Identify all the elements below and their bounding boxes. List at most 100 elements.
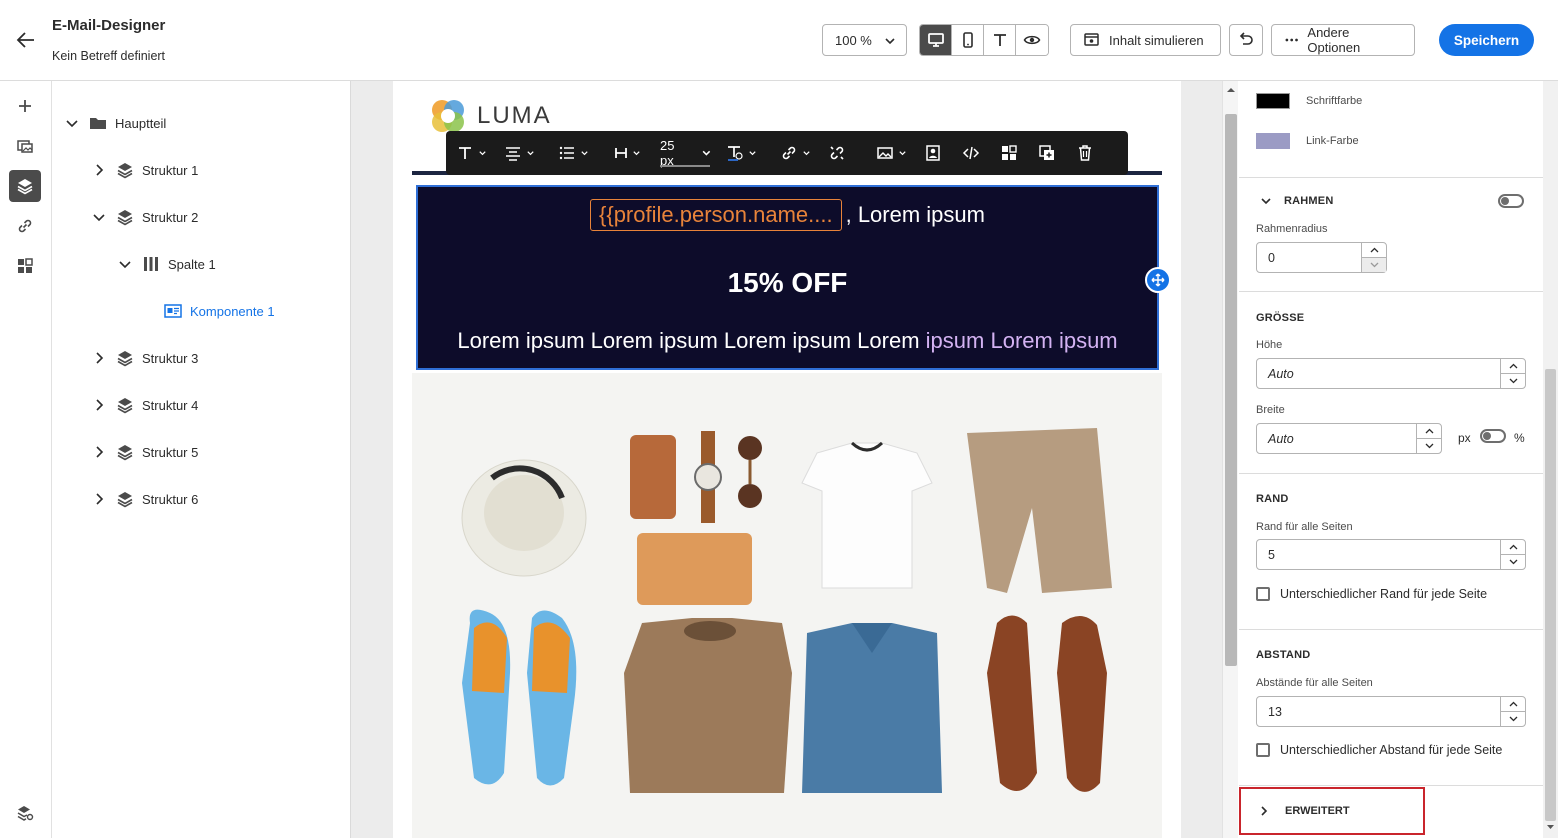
decrement-button[interactable] (1362, 257, 1386, 272)
list-dropdown[interactable] (558, 131, 614, 175)
increment-button[interactable] (1501, 540, 1525, 555)
margin-section-title: RAND (1256, 493, 1289, 505)
chevron-down-icon (899, 150, 906, 155)
link-icon (18, 219, 32, 233)
more-options-button[interactable]: Andere Optionen (1271, 24, 1415, 56)
checkbox[interactable] (1256, 587, 1270, 601)
simulate-content-button[interactable]: Inhalt simulieren (1070, 24, 1221, 56)
fragments-button[interactable] (9, 250, 41, 282)
padding-stepper (1500, 697, 1525, 726)
selected-text-component[interactable]: {{profile.person.name.... , Lorem ipsum … (416, 185, 1159, 370)
clothing-flatlay-illustration (412, 373, 1162, 838)
link-dropdown[interactable] (772, 131, 828, 175)
tree-item-structure-2[interactable]: Struktur 2 (92, 207, 198, 227)
undo-button[interactable] (1229, 24, 1263, 56)
more-icon (1285, 38, 1298, 42)
unlink-button[interactable] (828, 131, 868, 175)
select-parent-button[interactable] (1000, 131, 1038, 175)
margin-all-field[interactable]: 5 (1256, 539, 1526, 570)
mobile-view-button[interactable] (952, 25, 984, 55)
simulate-content-label: Inhalt simulieren (1109, 32, 1204, 48)
chevron-up-icon (1509, 544, 1517, 550)
email-body: LUMA 25 px {{profile.person.name.... , L… (393, 81, 1181, 838)
links-button[interactable] (9, 210, 41, 242)
personalization-button[interactable] (924, 131, 962, 175)
decrement-button[interactable] (1501, 712, 1525, 727)
chevron-down-icon (93, 214, 105, 222)
width-unit-toggle[interactable] (1480, 429, 1506, 443)
increment-button[interactable] (1501, 359, 1525, 374)
border-radius-label: Rahmenradius (1256, 223, 1328, 235)
height-value: Auto (1268, 367, 1294, 381)
tree-item-root[interactable]: Hauptteil (65, 113, 166, 133)
image-icon (877, 147, 893, 159)
heading-icon (615, 148, 627, 158)
back-arrow-icon[interactable] (14, 28, 38, 52)
width-field[interactable]: Auto (1256, 423, 1442, 454)
desktop-view-button[interactable] (920, 25, 952, 55)
text-color-dropdown[interactable] (712, 131, 772, 175)
padding-all-field[interactable]: 13 (1256, 696, 1526, 727)
margin-different-checkbox[interactable]: Unterschiedlicher Rand für jede Seite (1256, 587, 1487, 601)
layers-icon (17, 179, 33, 195)
height-field[interactable]: Auto (1256, 358, 1526, 389)
increment-button[interactable] (1501, 697, 1525, 712)
decrement-button[interactable] (1501, 555, 1525, 570)
align-center-icon (506, 147, 520, 161)
plus-icon (19, 100, 31, 112)
layers-settings-button[interactable] (9, 797, 41, 829)
border-toggle[interactable] (1498, 194, 1524, 208)
tree-item-label: Struktur 1 (142, 162, 199, 178)
email-canvas: LUMA 25 px {{profile.person.name.... , L… (351, 81, 1222, 838)
product-collage-image (412, 373, 1162, 838)
tree-item-structure-3[interactable]: Struktur 3 (92, 348, 198, 368)
toggle-knob (1501, 197, 1509, 205)
image-dropdown[interactable] (868, 131, 924, 175)
tree-item-label: Struktur 5 (142, 444, 199, 460)
tree-item-structure-4[interactable]: Struktur 4 (92, 395, 198, 415)
advanced-section-header[interactable]: ERWEITERT (1239, 787, 1425, 835)
link-color-swatch[interactable] (1256, 133, 1290, 149)
fragments-icon (18, 258, 33, 273)
page-title: E-Mail-Designer (52, 17, 166, 34)
increment-button[interactable] (1362, 243, 1386, 258)
align-dropdown[interactable] (504, 131, 558, 175)
heading-dropdown[interactable] (614, 131, 652, 175)
properties-scrollbar-thumb[interactable] (1545, 369, 1556, 821)
discount-headline: 15% OFF (727, 267, 848, 298)
source-code-button[interactable] (962, 131, 1000, 175)
duplicate-button[interactable] (1038, 131, 1076, 175)
add-component-handle[interactable] (1145, 267, 1171, 293)
zoom-select[interactable]: 100 % (822, 24, 907, 56)
tree-item-column-1[interactable]: Spalte 1 (118, 254, 216, 274)
assets-button[interactable] (9, 130, 41, 162)
preview-button[interactable] (1016, 25, 1048, 55)
save-button[interactable]: Speichern (1439, 24, 1534, 56)
chevron-down-icon[interactable] (1260, 195, 1272, 207)
padding-different-checkbox[interactable]: Unterschiedlicher Abstand für jede Seite (1256, 743, 1502, 757)
add-button[interactable] (9, 90, 41, 122)
increment-button[interactable] (1417, 424, 1441, 439)
decrement-button[interactable] (1417, 439, 1441, 454)
tree-item-structure-5[interactable]: Struktur 5 (92, 442, 198, 462)
checkbox[interactable] (1256, 743, 1270, 757)
tree-item-structure-6[interactable]: Struktur 6 (92, 489, 198, 509)
font-color-swatch[interactable] (1256, 93, 1290, 109)
layers-icon (116, 490, 134, 508)
canvas-scrollbar[interactable] (1222, 81, 1238, 838)
tree-item-structure-1[interactable]: Struktur 1 (92, 160, 198, 180)
border-radius-field[interactable]: 0 (1256, 242, 1387, 273)
tree-item-component-1[interactable]: Komponente 1 (164, 301, 275, 321)
chevron-down-icon (1509, 378, 1517, 384)
delete-button[interactable] (1076, 131, 1110, 175)
font-style-dropdown[interactable] (456, 131, 504, 175)
properties-scrollbar[interactable] (1543, 81, 1558, 838)
decrement-button[interactable] (1501, 374, 1525, 389)
canvas-scrollbar-thumb[interactable] (1225, 114, 1237, 666)
text-view-button[interactable] (984, 25, 1016, 55)
navigation-tree-button[interactable] (9, 170, 41, 202)
layers-icon (116, 396, 134, 414)
font-size-dropdown[interactable]: 25 px (652, 131, 712, 175)
personalization-token[interactable]: {{profile.person.name.... (590, 199, 842, 231)
border-section-title[interactable]: RAHMEN (1284, 195, 1333, 207)
